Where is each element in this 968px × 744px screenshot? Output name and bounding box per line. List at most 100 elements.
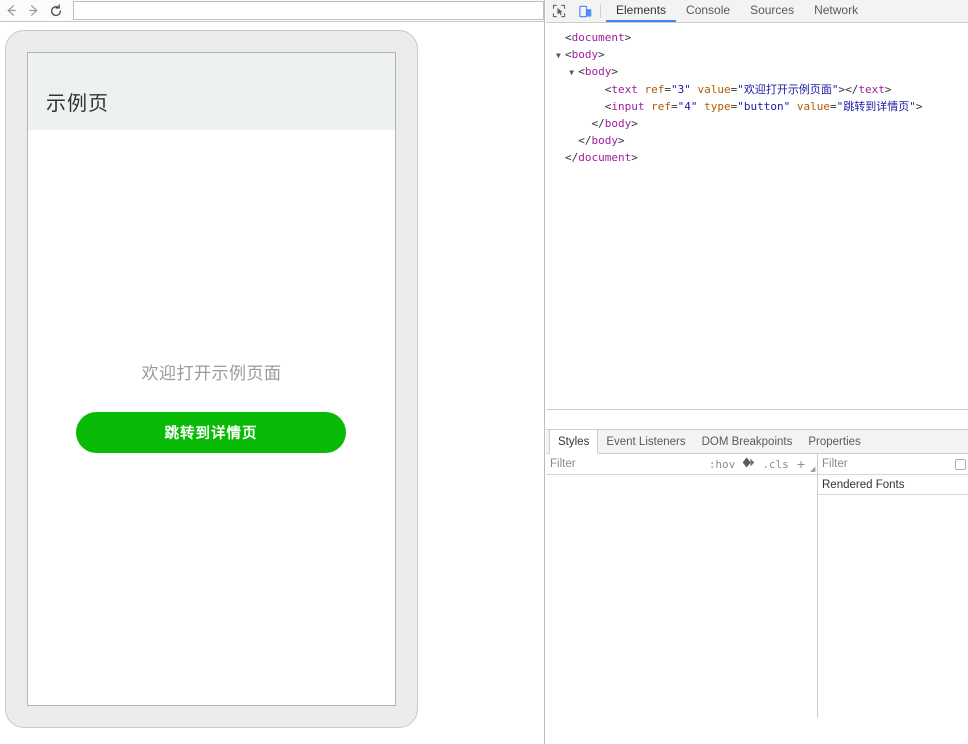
dom-token-punc: <: [565, 48, 572, 62]
styles-pane: :hov .cls + ◢: [546, 454, 818, 718]
devtools-pane: Elements Console Sources Network <docume…: [546, 0, 968, 744]
dom-token-punc: >: [631, 151, 638, 165]
devtools-tabbar: Elements Console Sources Network: [546, 0, 968, 23]
dom-tree-line[interactable]: ▼ <body>: [556, 64, 968, 81]
dom-spacer: [556, 151, 565, 167]
tab-elements[interactable]: Elements: [606, 0, 677, 22]
dom-token-punc: =: [671, 99, 678, 113]
rendered-fonts-section[interactable]: Rendered Fonts: [818, 475, 968, 495]
dom-token-punc: </: [565, 151, 579, 165]
dom-token-tag: document: [578, 151, 632, 165]
dom-token-punc: </: [591, 117, 605, 131]
dom-token-punc: >: [631, 117, 638, 131]
dom-token-punc: >: [915, 99, 923, 113]
dom-spacer: [583, 117, 592, 133]
dom-token-punc: [790, 100, 797, 113]
dom-token-punc: >: [624, 31, 632, 44]
dom-token-val: "4": [677, 99, 698, 113]
dom-indent: [556, 65, 569, 78]
dom-tree-line[interactable]: </document>: [556, 150, 968, 167]
dom-token-tag: input: [611, 99, 645, 113]
dom-token-val: "button": [737, 99, 791, 113]
dom-token-tag: text: [611, 82, 638, 96]
properties-filter-input[interactable]: [822, 458, 955, 470]
show-all-checkbox[interactable]: [955, 458, 966, 470]
dom-token-attr: ref: [651, 99, 671, 113]
device-frame: 示例页 欢迎打开示例页面 跳转到详情页: [5, 30, 418, 728]
dom-token-attr: type: [704, 99, 731, 113]
tab-properties[interactable]: Properties: [800, 430, 868, 453]
tab-dom-breakpoints[interactable]: DOM Breakpoints: [694, 430, 801, 453]
dom-tree-line[interactable]: </body>: [556, 133, 968, 150]
expand-triangle-icon[interactable]: ▼: [556, 48, 565, 64]
dom-token-punc: <: [578, 65, 585, 79]
dom-token-val: "跳转到详情页": [836, 99, 916, 113]
dom-tree-line[interactable]: <document>: [556, 30, 968, 47]
panel-gap: [546, 410, 968, 430]
tab-console[interactable]: Console: [676, 0, 740, 22]
dom-token-punc: </: [578, 134, 592, 148]
toolbar-divider: [600, 4, 601, 18]
dom-token-punc: >: [618, 134, 625, 148]
page-body: 欢迎打开示例页面 跳转到详情页: [28, 130, 395, 705]
dom-token-attr: value: [796, 99, 830, 113]
dom-token-tag: text: [858, 82, 885, 96]
tab-event-listeners[interactable]: Event Listeners: [598, 430, 693, 453]
styles-filter-input[interactable]: [550, 458, 704, 470]
dom-spacer: [556, 31, 565, 47]
reload-icon[interactable]: [45, 0, 67, 22]
inspect-element-icon[interactable]: [546, 0, 572, 22]
welcome-text: 欢迎打开示例页面: [141, 364, 282, 383]
tab-network[interactable]: Network: [804, 0, 868, 22]
dom-token-punc: <: [565, 31, 572, 44]
dom-token-tag: body: [584, 65, 612, 79]
jump-to-detail-button[interactable]: 跳转到详情页: [76, 412, 346, 453]
styles-filter-row: :hov .cls + ◢: [546, 454, 817, 475]
devtools-sidebar-tabbar: Styles Event Listeners DOM Breakpoints P…: [546, 430, 968, 454]
arrow-right-icon[interactable]: [22, 0, 44, 22]
browser-pane: 示例页 欢迎打开示例页面 跳转到详情页: [0, 0, 545, 744]
dom-token-punc: >: [884, 82, 892, 96]
device-screen: 示例页 欢迎打开示例页面 跳转到详情页: [27, 52, 396, 706]
resize-corner-icon: ◢: [810, 466, 816, 473]
dom-token-punc: =: [664, 82, 671, 96]
dom-token-tag: document: [571, 31, 625, 44]
dom-token-punc: >: [598, 48, 605, 62]
dom-token-attr: ref: [644, 82, 665, 96]
properties-pane: Rendered Fonts: [818, 454, 968, 718]
dom-tree-line[interactable]: </body>: [556, 116, 968, 133]
dom-tree-line[interactable]: <input ref="4" type="button" value="跳转到详…: [556, 99, 968, 116]
arrow-left-icon[interactable]: [0, 0, 22, 22]
page-title: 示例页: [46, 93, 109, 115]
dom-spacer: [596, 100, 605, 116]
dom-token-punc: =: [829, 99, 837, 113]
devtools-window: 示例页 欢迎打开示例页面 跳转到详情页 Elements Console Sou…: [0, 0, 968, 744]
dom-token-tag: body: [591, 134, 619, 148]
expand-triangle-icon[interactable]: ▼: [569, 65, 578, 81]
dom-indent: [556, 83, 596, 96]
tab-styles[interactable]: Styles: [549, 430, 599, 454]
dom-indent: [556, 100, 596, 113]
diamond-icon[interactable]: [740, 457, 757, 471]
browser-toolbar: [0, 0, 544, 22]
dom-token-val: "欢迎打开示例页面": [737, 82, 839, 96]
properties-filter-row: [818, 454, 968, 475]
page-header: 示例页: [28, 53, 395, 130]
dom-token-tag: body: [571, 48, 599, 62]
new-style-rule-button[interactable]: +: [794, 457, 810, 471]
dom-tree-line[interactable]: ▼ <body>: [556, 47, 968, 64]
device-toolbar-icon[interactable]: [572, 0, 598, 22]
tab-sources[interactable]: Sources: [740, 0, 804, 22]
dom-token-attr: value: [697, 82, 731, 96]
rendered-fonts-label: Rendered Fonts: [822, 478, 905, 491]
dom-spacer: [569, 134, 578, 150]
dom-token-tag: body: [604, 117, 632, 131]
dom-spacer: [596, 83, 605, 99]
address-bar-input[interactable]: [73, 1, 544, 20]
cls-toggle-button[interactable]: .cls: [757, 458, 794, 471]
dom-token-punc: [691, 83, 698, 96]
dom-tree[interactable]: <document> ▼ <body> ▼ <body> <text ref="3" …: [546, 23, 968, 409]
dom-token-punc: >: [611, 65, 618, 79]
dom-tree-line[interactable]: <text ref="3" value="欢迎打开示例页面"></text>: [556, 82, 968, 99]
hov-toggle-button[interactable]: :hov: [704, 458, 741, 471]
